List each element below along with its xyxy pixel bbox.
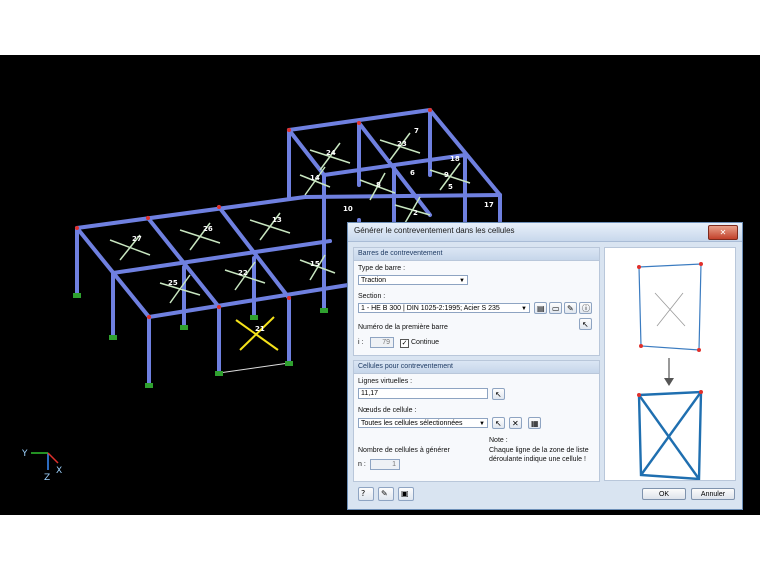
panel-header: Barres de contreventement [354,248,599,261]
bracing-preview [604,247,736,481]
generate-bracing-dialog: Générer le contreventement dans les cell… [347,222,743,510]
help-button[interactable]: ? [358,487,374,501]
edit-section-button[interactable]: ✎ [564,302,577,314]
note-title: Note : [489,437,508,444]
axis-x-label: X [56,466,62,476]
folder-icon: ▭ [552,304,560,313]
count-field[interactable]: 1 [370,459,400,470]
member-label: 24 [326,149,336,157]
pick-member-button[interactable]: ↖ [579,318,592,330]
count-label: Nombre de cellules à générer [358,447,450,454]
library-icon: ▤ [537,304,545,313]
member-type-label: Type de barre : [358,265,406,272]
member-label: 23 [397,140,407,148]
member-label: 5 [448,183,453,191]
delete-icon: ✕ [512,419,519,428]
axis-z-label: Z [44,473,50,483]
virtual-lines-input[interactable]: 11,17 [358,388,488,399]
delete-cell-button[interactable]: ✕ [509,417,522,429]
chevron-down-icon: ▼ [479,421,485,427]
info-icon: ⓘ [582,304,590,313]
member-label: 10 [343,205,353,213]
first-member-field[interactable]: 79 [370,337,394,348]
member-label: 22 [238,269,248,277]
member-label: 18 [450,155,460,163]
first-member-label: Numéro de la première barre [358,324,448,331]
first-member-prefix: i : [358,339,364,346]
dialog-titlebar[interactable]: Générer le contreventement dans les cell… [348,223,742,242]
cell-nodes-select[interactable]: Toutes les cellules sélectionnées ▼ [358,418,488,428]
count-prefix: n : [358,461,366,468]
member-label: 15 [310,260,320,268]
ok-button[interactable]: OK [642,488,686,500]
pick-cell-button[interactable]: ↖ [492,417,505,429]
member-label: 13 [272,216,282,224]
member-label: 6 [410,169,415,177]
cursor-icon: ↖ [495,419,502,428]
member-label: 9 [444,171,449,179]
axis-triad: Y X Z [21,449,62,483]
pick-lines-button[interactable]: ↖ [492,388,505,400]
member-label: 17 [484,201,494,209]
section-label: Section : [358,293,386,300]
dialog-title: Générer le contreventement dans les cell… [354,226,515,235]
new-section-button[interactable]: ▭ [549,302,562,314]
bracing-members-panel: Barres de contreventement Type de barre … [353,247,600,356]
cursor-icon: ↖ [582,320,589,329]
help-icon: ? [361,489,366,498]
note-text-line-2: déroulante indique une cellule ! [489,456,586,463]
edit-icon: ✎ [381,489,388,498]
close-button[interactable]: ✕ [708,225,738,240]
section-select[interactable]: 1 - HE B 300 | DIN 1025-2:1995; Acier S … [358,303,530,313]
library-button[interactable]: ▤ [534,302,547,314]
info-button[interactable]: ⓘ [579,302,592,314]
bracing-cells-panel: Cellules pour contreventement Lignes vir… [353,360,600,482]
cell-nodes-label: Nœuds de cellule : [358,407,417,414]
cursor-icon: ↖ [495,390,502,399]
table-icon: ▦ [531,419,539,428]
member-label: 27 [132,235,142,243]
cancel-button[interactable]: Annuler [691,488,735,500]
monitor-icon: ▣ [401,489,409,498]
continue-checkbox[interactable]: ✓ [400,339,409,348]
member-label: 25 [168,279,178,287]
edit-button[interactable]: ✎ [378,487,394,501]
axis-y-label: Y [21,449,28,459]
member-label: 7 [414,127,419,135]
note-text-line-1: Chaque ligne de la zone de liste [489,447,589,454]
chevron-down-icon: ▼ [521,306,527,312]
member-type-select[interactable]: Traction ▼ [358,275,468,285]
panel-header: Cellules pour contreventement [354,361,599,374]
member-label: 2 [413,209,418,217]
member-label: 26 [203,225,213,233]
edit-icon: ✎ [567,304,574,313]
member-label: 8 [376,181,381,189]
table-button[interactable]: ▦ [528,417,541,429]
chevron-down-icon: ▼ [459,278,465,284]
virtual-lines-label: Lignes virtuelles : [358,378,413,385]
display-button[interactable]: ▣ [398,487,414,501]
member-label: 21 [255,325,265,333]
member-label: 14 [310,174,320,182]
continue-label: Continue [411,339,440,346]
